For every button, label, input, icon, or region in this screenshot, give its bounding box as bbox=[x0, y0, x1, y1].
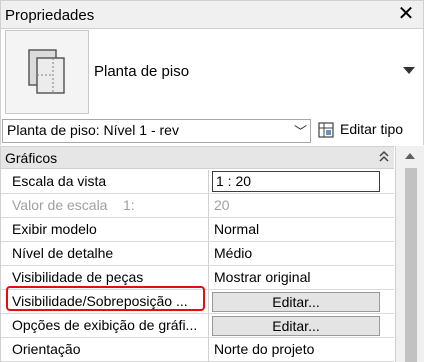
property-name: Visibilidade de peças bbox=[1, 266, 209, 289]
graphic-display-options-edit-button[interactable]: Editar... bbox=[212, 316, 380, 336]
chevron-down-icon: ﹀ bbox=[293, 124, 307, 139]
edit-type-label: Editar tipo bbox=[340, 121, 404, 137]
property-name: Nível de detalhe bbox=[1, 242, 209, 265]
properties-title-bar: Propriedades ✕ bbox=[0, 0, 424, 29]
scroll-up-icon[interactable] bbox=[405, 153, 415, 159]
property-name: Orientação bbox=[1, 338, 209, 361]
edit-type-icon bbox=[318, 122, 334, 138]
parts-visibility-value[interactable]: Mostrar original bbox=[209, 266, 394, 289]
property-name: Valor de escala 1: bbox=[1, 194, 209, 217]
property-row-display-model: Exibir modelo Normal bbox=[1, 218, 394, 242]
group-label: Gráficos bbox=[5, 150, 58, 166]
display-model-value[interactable]: Normal bbox=[209, 218, 394, 241]
property-row-parts-visibility: Visibilidade de peças Mostrar original bbox=[1, 266, 394, 290]
instance-selector-value: Planta de piso: Nível 1 - rev bbox=[7, 122, 179, 138]
property-value-cell: Editar... bbox=[209, 290, 394, 313]
instance-selector-dropdown[interactable]: Planta de piso: Nível 1 - rev ﹀ bbox=[2, 119, 311, 143]
instance-selector-row: Planta de piso: Nível 1 - rev ﹀ Editar t… bbox=[0, 117, 424, 145]
collapse-icon[interactable] bbox=[378, 149, 390, 165]
property-row-graphic-display-options: Opções de exibição de gráfi... Editar... bbox=[1, 314, 394, 338]
property-name: Opções de exibição de gráfi... bbox=[1, 314, 209, 337]
floor-plan-icon bbox=[5, 30, 89, 114]
property-value-cell: Editar... bbox=[209, 314, 394, 337]
property-row-detail-level: Nível de detalhe Médio bbox=[1, 242, 394, 266]
property-row-view-scale: Escala da vista 1 : 20 bbox=[1, 170, 394, 194]
property-row-orientation: Orientação Norte do projeto bbox=[1, 338, 394, 362]
visibility-overrides-edit-button[interactable]: Editar... bbox=[212, 292, 380, 312]
property-row-visibility-overrides: Visibilidade/Sobreposição ... Editar... bbox=[1, 290, 394, 314]
group-header-graphics[interactable]: Gráficos bbox=[1, 147, 394, 169]
properties-grid: Gráficos Escala da vista 1 : 20 Valor de… bbox=[0, 146, 394, 362]
chevron-down-icon[interactable] bbox=[403, 67, 415, 74]
type-selector[interactable]: Planta de piso bbox=[0, 29, 424, 117]
property-row-scale-value: Valor de escala 1: 20 bbox=[1, 194, 394, 218]
property-value: 20 bbox=[214, 197, 230, 213]
property-name: Exibir modelo bbox=[1, 218, 209, 241]
property-name: Visibilidade/Sobreposição ... bbox=[1, 290, 209, 313]
type-name: Planta de piso bbox=[94, 63, 190, 80]
orientation-value[interactable]: Norte do projeto bbox=[209, 338, 394, 361]
close-icon[interactable]: ✕ bbox=[397, 3, 415, 25]
panel-title: Propriedades bbox=[5, 7, 95, 24]
property-value-cell: 1 : 20 bbox=[209, 170, 394, 193]
detail-level-value[interactable]: Médio bbox=[209, 242, 394, 265]
view-scale-input[interactable]: 1 : 20 bbox=[212, 171, 380, 192]
scrollbar-thumb[interactable] bbox=[405, 168, 417, 362]
vertical-scrollbar[interactable] bbox=[395, 146, 424, 362]
property-name: Escala da vista bbox=[1, 170, 209, 193]
